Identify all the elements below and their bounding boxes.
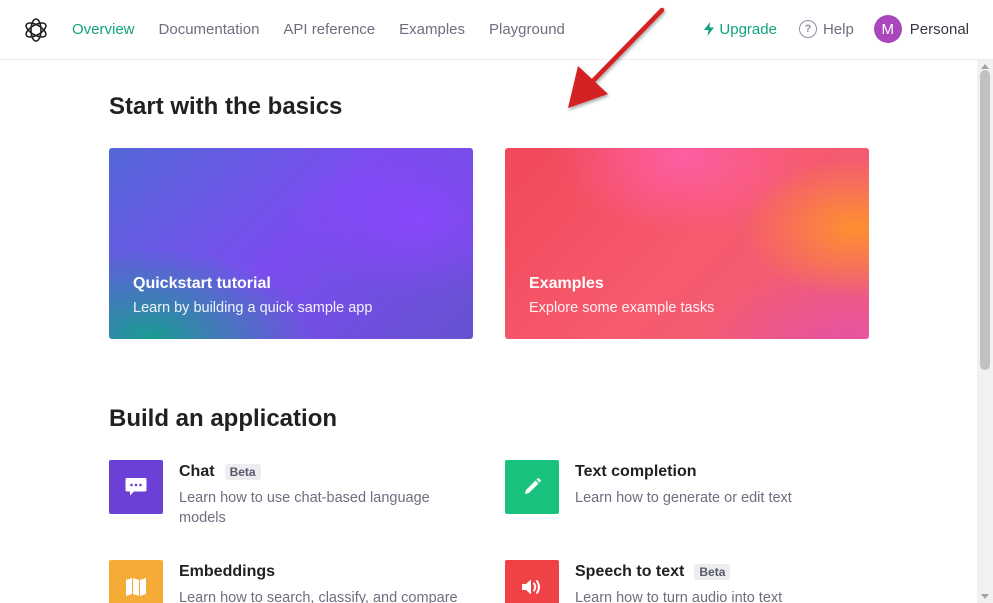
main-content: Start with the basics Quickstart tutoria… bbox=[0, 60, 977, 603]
help-label: Help bbox=[822, 20, 854, 38]
scroll-down-arrow-icon[interactable] bbox=[981, 594, 989, 599]
scrollbar-thumb[interactable] bbox=[980, 70, 990, 370]
app-item-chat[interactable]: Chat Beta Learn how to use chat-based la… bbox=[109, 460, 469, 530]
book-icon bbox=[109, 560, 163, 603]
app-title-row: Chat Beta bbox=[179, 463, 261, 481]
upgrade-button[interactable]: Upgrade bbox=[703, 21, 777, 38]
app-description: Learn how to use chat-based language mod… bbox=[179, 490, 430, 526]
speaker-icon bbox=[505, 560, 559, 603]
app-description: Learn how to generate or edit text bbox=[575, 490, 792, 506]
app-title-row: Text completion bbox=[575, 463, 697, 481]
openai-logo-icon[interactable] bbox=[22, 16, 50, 44]
help-button[interactable]: ? Help bbox=[798, 20, 854, 38]
lightning-bolt-icon bbox=[704, 22, 715, 36]
app-description: Learn how to turn audio into text bbox=[575, 590, 783, 603]
nav-links: Overview Documentation API reference Exa… bbox=[72, 0, 589, 58]
avatar: M bbox=[873, 15, 902, 43]
nav-right: Upgrade ? Help M Personal bbox=[703, 0, 969, 58]
app-title-row: Embeddings bbox=[179, 563, 275, 581]
app-title: Embeddings bbox=[179, 563, 276, 580]
nav-link-examples[interactable]: Examples bbox=[399, 21, 465, 38]
nav-link-playground[interactable]: Playground bbox=[489, 21, 565, 38]
nav-link-documentation[interactable]: Documentation bbox=[159, 21, 260, 38]
app-description: Learn how to search, classify, and compa… bbox=[179, 590, 458, 603]
app-title: Chat bbox=[179, 463, 215, 480]
scroll-up-arrow-icon[interactable] bbox=[981, 64, 989, 69]
app-title-row: Speech to text Beta bbox=[575, 563, 731, 581]
account-name: Personal bbox=[909, 20, 969, 38]
account-menu[interactable]: M Personal bbox=[873, 15, 969, 43]
pencil-icon bbox=[505, 460, 559, 514]
beta-badge: Beta bbox=[224, 464, 261, 480]
section-title-build: Build an application bbox=[109, 405, 338, 432]
nav-link-overview[interactable]: Overview bbox=[72, 21, 135, 38]
app-title: Speech to text bbox=[575, 563, 685, 580]
nav-link-api-reference[interactable]: API reference bbox=[283, 21, 375, 38]
card-title: Examples bbox=[529, 275, 604, 292]
app-item-speech-to-text[interactable]: Speech to text Beta Learn how to turn au… bbox=[505, 560, 865, 603]
examples-card[interactable]: Examples Explore some example tasks bbox=[505, 148, 869, 339]
card-subtitle: Explore some example tasks bbox=[529, 300, 715, 316]
beta-badge: Beta bbox=[694, 564, 731, 580]
card-subtitle: Learn by building a quick sample app bbox=[133, 300, 373, 316]
card-title: Quickstart tutorial bbox=[133, 275, 271, 292]
app-item-embeddings[interactable]: Embeddings Learn how to search, classify… bbox=[109, 560, 469, 603]
chat-bubble-icon bbox=[109, 460, 163, 514]
app-title: Text completion bbox=[575, 463, 697, 480]
section-title-basics: Start with the basics bbox=[109, 93, 343, 120]
top-navigation-bar: Overview Documentation API reference Exa… bbox=[0, 0, 993, 60]
app-item-text-completion[interactable]: Text completion Learn how to generate or… bbox=[505, 460, 865, 530]
quickstart-tutorial-card[interactable]: Quickstart tutorial Learn by building a … bbox=[109, 148, 473, 339]
help-icon: ? bbox=[798, 20, 817, 38]
vertical-scrollbar[interactable] bbox=[977, 60, 993, 603]
upgrade-label: Upgrade bbox=[719, 20, 777, 38]
